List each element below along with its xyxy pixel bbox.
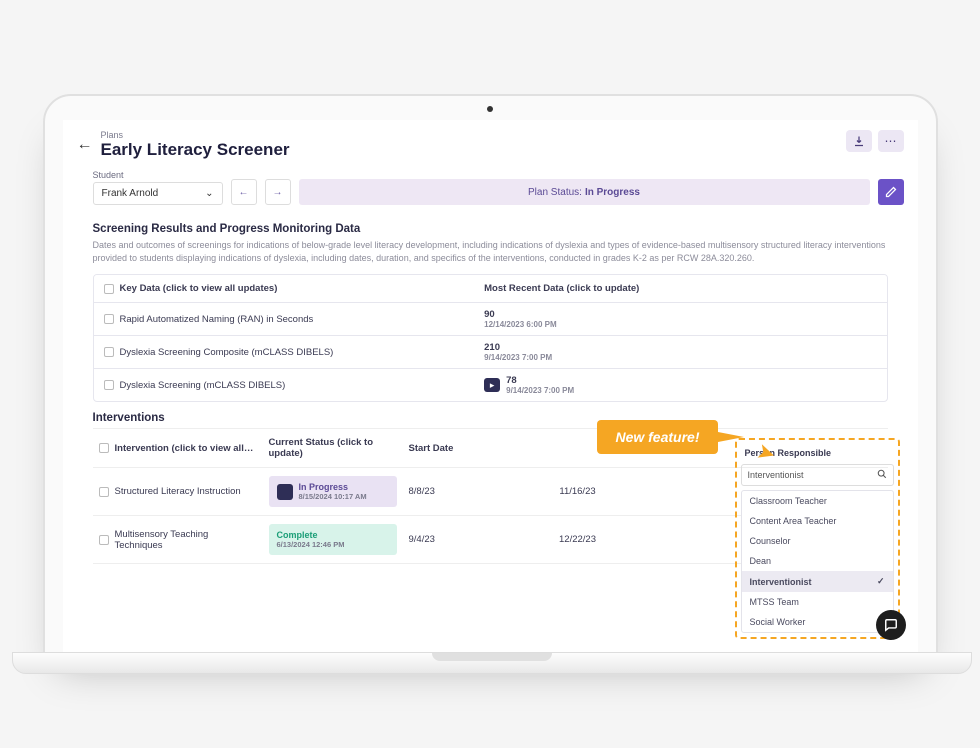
person-option-label: Interventionist — [750, 577, 812, 587]
person-option[interactable]: Dean — [742, 551, 893, 571]
recent-value: 78 — [506, 375, 574, 386]
checkbox[interactable] — [99, 535, 109, 545]
start-date: 9/4/23 — [403, 526, 493, 553]
status-timestamp: 6/13/2024 12:46 PM — [277, 540, 345, 549]
person-option-label: Content Area Teacher — [750, 516, 837, 526]
checkbox[interactable] — [104, 314, 114, 324]
intervention-name: Structured Literacy Instruction — [115, 486, 241, 497]
breadcrumb[interactable]: Plans — [101, 130, 290, 140]
person-option-label: Social Worker — [750, 617, 806, 627]
checkbox[interactable] — [104, 284, 114, 294]
student-value: Frank Arnold — [102, 188, 159, 199]
col-intervention[interactable]: Intervention (click to view all… — [115, 443, 254, 454]
end-date: 12/22/23 — [493, 526, 663, 553]
plan-status-value: In Progress — [585, 187, 640, 198]
key-data-label: Dyslexia Screening (mCLASS DIBELS) — [120, 380, 286, 391]
status-label: In Progress — [299, 482, 367, 492]
status-cell[interactable]: In Progress8/15/2024 10:17 AM — [263, 468, 403, 515]
person-responsible-value: Interventionist — [748, 470, 804, 480]
chevron-down-icon: ⌄ — [205, 188, 213, 199]
new-feature-callout: New feature! ➤ — [597, 420, 717, 454]
key-data-label: Dyslexia Screening Composite (mCLASS DIB… — [120, 347, 334, 358]
col-recent-data[interactable]: Most Recent Data (click to update) — [484, 283, 639, 294]
person-option-label: Classroom Teacher — [750, 496, 827, 506]
checkbox[interactable] — [99, 487, 109, 497]
recent-data-cell[interactable]: 9012/14/2023 6:00 PM — [474, 303, 886, 335]
person-responsible-panel: Person Responsible Interventionist Class… — [735, 438, 900, 639]
person-responsible-input[interactable]: Interventionist — [741, 464, 894, 486]
download-button[interactable] — [846, 130, 872, 152]
more-button[interactable]: ⋯ — [878, 130, 904, 152]
person-option[interactable]: Classroom Teacher — [742, 491, 893, 511]
app-screen: ← Plans Early Literacy Screener ⋯ Studen… — [63, 120, 918, 652]
back-arrow-icon[interactable]: ← — [77, 136, 93, 154]
checkbox[interactable] — [99, 443, 109, 453]
edit-plan-button[interactable] — [878, 179, 904, 205]
plan-status-prefix: Plan Status: — [528, 187, 582, 198]
key-data-cell[interactable]: Rapid Automatized Naming (RAN) in Second… — [94, 303, 475, 335]
callout-label: New feature! — [597, 420, 717, 454]
prev-student-button[interactable]: ← — [231, 179, 257, 205]
intervention-name: Multisensory Teaching Techniques — [115, 529, 257, 551]
person-responsible-dropdown: Classroom Teacher Content Area Teacher Cou… — [741, 490, 894, 633]
recent-timestamp: 9/14/2023 7:00 PM — [506, 386, 574, 395]
person-option[interactable]: Counselor — [742, 531, 893, 551]
search-icon — [877, 469, 887, 481]
check-icon: ✓ — [877, 576, 885, 587]
interventions-section-title: Interventions — [93, 412, 888, 424]
screening-table: Key Data (click to view all updates) Mos… — [93, 274, 888, 402]
status-timestamp: 8/15/2024 10:17 AM — [299, 492, 367, 501]
plan-status-bar: Plan Status: In Progress — [299, 179, 870, 205]
student-select[interactable]: Frank Arnold ⌄ — [93, 182, 223, 205]
recent-timestamp: 12/14/2023 6:00 PM — [484, 320, 557, 329]
checkbox[interactable] — [104, 347, 114, 357]
key-data-cell[interactable]: Dyslexia Screening (mCLASS DIBELS) — [94, 369, 475, 401]
recent-value: 210 — [484, 342, 552, 353]
person-option-label: Counselor — [750, 536, 791, 546]
status-badge-icon: ▸ — [484, 378, 500, 392]
next-student-button[interactable]: → — [265, 179, 291, 205]
col-key-data[interactable]: Key Data (click to view all updates) — [120, 283, 278, 294]
status-badge-icon — [277, 484, 293, 500]
start-date: 8/8/23 — [403, 478, 493, 505]
recent-data-cell[interactable]: 2109/14/2023 7:00 PM — [474, 336, 886, 368]
person-option-label: MTSS Team — [750, 597, 799, 607]
help-fab-button[interactable] — [876, 610, 906, 640]
screening-section-title: Screening Results and Progress Monitorin… — [93, 223, 888, 235]
recent-timestamp: 9/14/2023 7:00 PM — [484, 353, 552, 362]
recent-data-cell[interactable]: ▸ 789/14/2023 7:00 PM — [474, 369, 886, 401]
checkbox[interactable] — [104, 380, 114, 390]
person-option[interactable]: Content Area Teacher — [742, 511, 893, 531]
status-label: Complete — [277, 530, 345, 540]
page-title: Early Literacy Screener — [101, 140, 290, 160]
person-option-label: Dean — [750, 556, 772, 566]
student-label: Student — [93, 170, 223, 180]
laptop-base — [12, 652, 972, 674]
end-date: 11/16/23 — [493, 478, 663, 505]
camera-dot — [487, 106, 493, 112]
status-cell[interactable]: Complete6/13/2024 12:46 PM — [263, 516, 403, 563]
intervention-name-cell[interactable]: Multisensory Teaching Techniques — [93, 521, 263, 559]
person-option[interactable]: Interventionist ✓ — [742, 571, 893, 592]
screening-section-desc: Dates and outcomes of screenings for ind… — [93, 239, 888, 264]
recent-value: 90 — [484, 309, 557, 320]
person-option[interactable]: MTSS Team — [742, 592, 893, 612]
key-data-cell[interactable]: Dyslexia Screening Composite (mCLASS DIB… — [94, 336, 475, 368]
intervention-name-cell[interactable]: Structured Literacy Instruction — [93, 478, 263, 505]
key-data-label: Rapid Automatized Naming (RAN) in Second… — [120, 314, 314, 325]
col-start-date[interactable]: Start Date — [409, 443, 454, 454]
col-status[interactable]: Current Status (click to update) — [269, 437, 397, 459]
person-option[interactable]: Social Worker — [742, 612, 893, 632]
